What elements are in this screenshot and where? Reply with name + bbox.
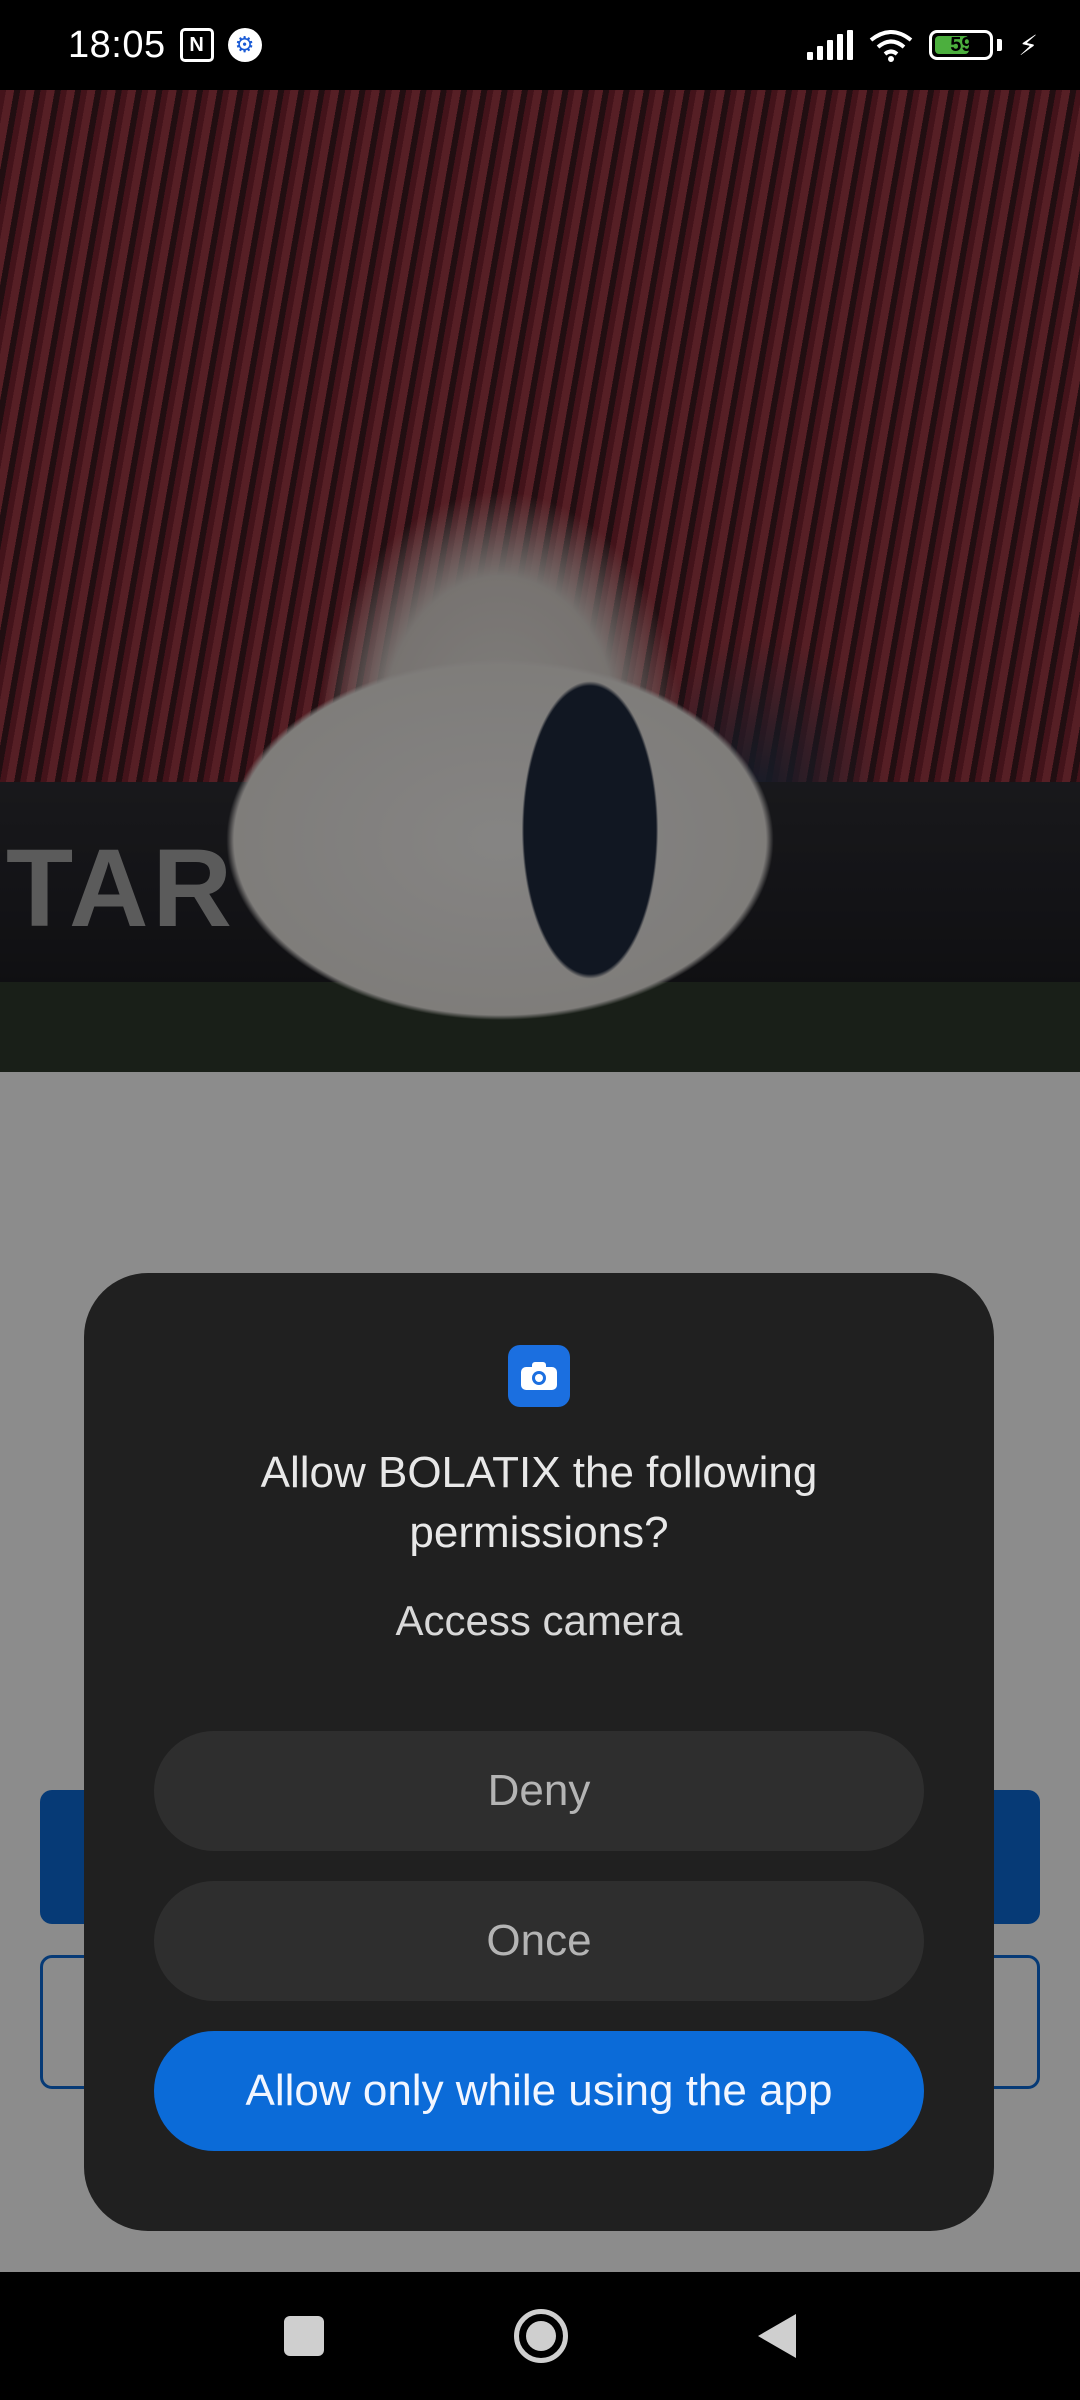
- gear-dot-icon: ⚙: [227, 28, 262, 62]
- deny-button[interactable]: Deny: [154, 1731, 924, 1851]
- camera-icon: [508, 1345, 570, 1407]
- nfc-icon: N: [179, 28, 214, 62]
- status-bar: 18:05 N ⚙ 59 ⚡: [0, 0, 1080, 90]
- charging-bolt-icon: ⚡: [1018, 29, 1038, 61]
- home-icon[interactable]: [514, 2309, 568, 2363]
- status-time: 18:05: [68, 23, 166, 66]
- recents-icon[interactable]: [284, 2316, 324, 2356]
- dialog-subtitle: Access camera: [395, 1597, 683, 1644]
- once-button[interactable]: Once: [154, 1881, 924, 2001]
- wifi-icon: [870, 30, 913, 62]
- allow-while-using-button[interactable]: Allow only while using the app: [154, 2031, 924, 2151]
- battery-level: 59: [950, 33, 973, 56]
- dialog-title: Allow BOLATIX the following permissions?: [260, 1448, 818, 1557]
- status-left: 18:05 N ⚙: [68, 24, 262, 67]
- permission-dialog: Allow BOLATIX the following permissions?…: [84, 1273, 994, 2231]
- back-icon[interactable]: [758, 2314, 796, 2358]
- status-right: 59 ⚡: [807, 28, 1038, 62]
- signal-icon: [807, 30, 854, 60]
- screen: 18:05 N ⚙ 59 ⚡ TAR Allow BOLATIX the fol…: [0, 0, 1080, 2400]
- battery-icon: 59: [929, 30, 994, 60]
- navigation-bar: [0, 2272, 1080, 2400]
- battery-tip: [997, 39, 1003, 51]
